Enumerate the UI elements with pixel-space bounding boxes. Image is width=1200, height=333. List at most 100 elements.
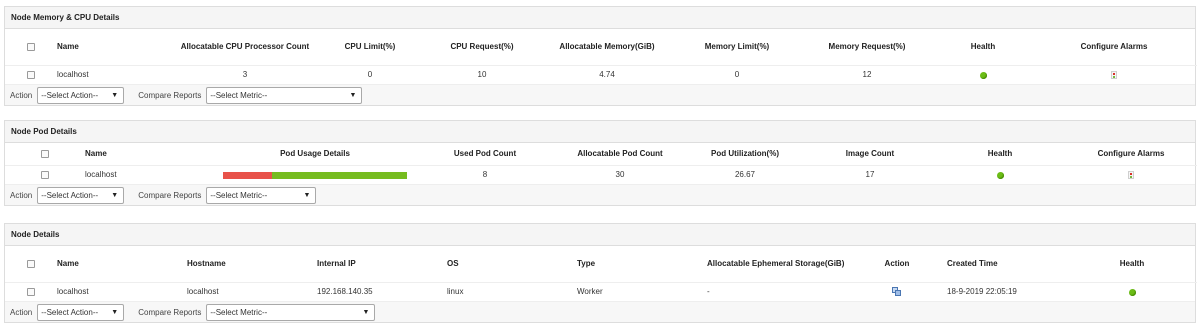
- internal-ip-value: 192.168.140.35: [317, 287, 373, 297]
- node-name[interactable]: localhost: [85, 165, 215, 184]
- cpu-count-value: 3: [242, 70, 248, 80]
- table-row: localhost 3 0 10 4.74 0 12: [5, 65, 1197, 84]
- col-health: Health: [987, 148, 1013, 158]
- col-name[interactable]: Name: [85, 143, 215, 165]
- col-memory-limit[interactable]: Memory Limit(%): [675, 29, 799, 65]
- table-header: Name Pod Usage Details Used Pod Count Al…: [5, 143, 1197, 165]
- col-ephemeral-storage[interactable]: Allocatable Ephemeral Storage(GiB): [707, 246, 847, 282]
- metric-select-value: --Select Metric--: [210, 190, 268, 200]
- col-hostname[interactable]: Hostname: [187, 246, 317, 282]
- row-checkbox[interactable]: [27, 288, 35, 297]
- pod-utilization-value: 26.67: [734, 170, 756, 180]
- col-created-time[interactable]: Created Time: [947, 246, 1067, 282]
- panel-title: Node Pod Details: [5, 121, 1195, 143]
- configure-alarm-icon[interactable]: [1111, 71, 1117, 80]
- metric-select-value: --Select Metric--: [210, 90, 268, 100]
- col-os[interactable]: OS: [447, 246, 577, 282]
- pod-table: Name Pod Usage Details Used Pod Count Al…: [5, 143, 1197, 184]
- action-select[interactable]: --Select Action-- ▼: [37, 86, 125, 104]
- dropdown-arrow-icon: ▼: [303, 191, 311, 199]
- image-count-value: 17: [865, 170, 875, 180]
- compare-reports-label: Compare Reports: [138, 190, 202, 200]
- health-status-icon[interactable]: [979, 71, 987, 79]
- select-all-checkbox[interactable]: [41, 149, 49, 158]
- col-name[interactable]: Name: [57, 246, 187, 282]
- ephemeral-storage-value: -: [707, 287, 710, 297]
- metric-select[interactable]: --Select Metric-- ▼: [206, 86, 363, 104]
- node-name[interactable]: localhost: [57, 282, 187, 301]
- configure-alarm-icon[interactable]: [1128, 171, 1134, 180]
- select-all-checkbox[interactable]: [27, 42, 35, 51]
- table-row: localhost localhost 192.168.140.35 linux…: [5, 282, 1197, 301]
- col-internal-ip[interactable]: Internal IP: [317, 246, 447, 282]
- dropdown-arrow-icon: ▼: [349, 91, 357, 99]
- pod-usage-free: [271, 171, 408, 179]
- col-used-pod-count[interactable]: Used Pod Count: [415, 143, 555, 165]
- panel-title: Node Details: [5, 224, 1195, 246]
- node-memory-cpu-panel: Node Memory & CPU Details Name Allocatab…: [4, 6, 1197, 106]
- table-header: Name Allocatable CPU Processor Count CPU…: [5, 29, 1197, 65]
- health-status-icon[interactable]: [996, 171, 1004, 179]
- memory-limit-value: 0: [734, 70, 740, 80]
- type-value: Worker: [577, 287, 603, 297]
- col-allocatable-pod-count[interactable]: Allocatable Pod Count: [555, 143, 685, 165]
- metric-select[interactable]: --Select Metric-- ▼: [206, 186, 317, 204]
- pod-usage-bar: [222, 171, 408, 179]
- created-time-value: 18-9-2019 22:05:19: [947, 287, 1017, 297]
- col-cpu-limit[interactable]: CPU Limit(%): [315, 29, 425, 65]
- os-value: linux: [447, 287, 464, 297]
- memory-request-value: 12: [862, 70, 872, 80]
- col-cpu-count[interactable]: Allocatable CPU Processor Count: [175, 29, 315, 65]
- col-health: Health: [970, 41, 996, 51]
- used-pod-count-value: 8: [482, 170, 488, 180]
- action-select[interactable]: --Select Action-- ▼: [37, 186, 125, 204]
- col-action: Action: [884, 258, 910, 268]
- node-pod-panel: Node Pod Details Name Pod Usage Details …: [4, 120, 1197, 206]
- dropdown-arrow-icon: ▼: [111, 191, 119, 199]
- metric-select[interactable]: --Select Metric-- ▼: [206, 303, 376, 321]
- cpu-table: Name Allocatable CPU Processor Count CPU…: [5, 29, 1197, 84]
- action-select-value: --Select Action--: [41, 190, 99, 200]
- col-type[interactable]: Type: [577, 246, 707, 282]
- action-select-value: --Select Action--: [41, 90, 99, 100]
- action-label: Action: [10, 90, 33, 100]
- node-table: Name Hostname Internal IP OS Type Alloca…: [5, 246, 1197, 301]
- row-checkbox[interactable]: [41, 171, 49, 180]
- node-name[interactable]: localhost: [57, 65, 175, 84]
- col-image-count[interactable]: Image Count: [805, 143, 935, 165]
- cpu-limit-value: 0: [367, 70, 373, 80]
- panel-title: Node Memory & CPU Details: [5, 7, 1195, 29]
- memory-value: 4.74: [599, 70, 615, 80]
- hostname-value: localhost: [187, 287, 219, 297]
- allocatable-pod-count-value: 30: [615, 170, 625, 180]
- col-health: Health: [1119, 258, 1145, 268]
- action-select-value: --Select Action--: [41, 307, 99, 317]
- metric-select-value: --Select Metric--: [210, 307, 268, 317]
- select-all-checkbox[interactable]: [27, 259, 35, 268]
- action-select[interactable]: --Select Action-- ▼: [37, 303, 125, 321]
- dropdown-arrow-icon: ▼: [111, 91, 119, 99]
- panel-footer: Action --Select Action-- ▼ Compare Repor…: [5, 184, 1195, 205]
- col-configure-alarms: Configure Alarms: [1097, 148, 1165, 158]
- row-checkbox[interactable]: [27, 71, 35, 80]
- col-memory[interactable]: Allocatable Memory(GiB): [539, 29, 675, 65]
- compare-reports-label: Compare Reports: [138, 307, 202, 317]
- col-memory-request[interactable]: Memory Request(%): [799, 29, 935, 65]
- pod-usage-used: [222, 171, 272, 179]
- col-pod-utilization[interactable]: Pod Utilization(%): [685, 143, 805, 165]
- health-status-icon[interactable]: [1128, 288, 1136, 296]
- cpu-request-value: 10: [477, 70, 487, 80]
- action-label: Action: [10, 190, 33, 200]
- table-row: localhost 8 30 26.67 17: [5, 165, 1197, 184]
- node-details-panel: Node Details Name Hostname Internal IP O…: [4, 223, 1197, 323]
- table-header: Name Hostname Internal IP OS Type Alloca…: [5, 246, 1197, 282]
- dropdown-arrow-icon: ▼: [111, 308, 119, 316]
- col-configure-alarms: Configure Alarms: [1080, 41, 1148, 51]
- compare-reports-label: Compare Reports: [138, 90, 202, 100]
- settings-icon[interactable]: [892, 286, 902, 297]
- action-label: Action: [10, 307, 33, 317]
- col-name[interactable]: Name: [57, 29, 175, 65]
- col-cpu-request[interactable]: CPU Request(%): [425, 29, 539, 65]
- panel-footer: Action --Select Action-- ▼ Compare Repor…: [5, 84, 1195, 105]
- panel-footer: Action --Select Action-- ▼ Compare Repor…: [5, 301, 1195, 322]
